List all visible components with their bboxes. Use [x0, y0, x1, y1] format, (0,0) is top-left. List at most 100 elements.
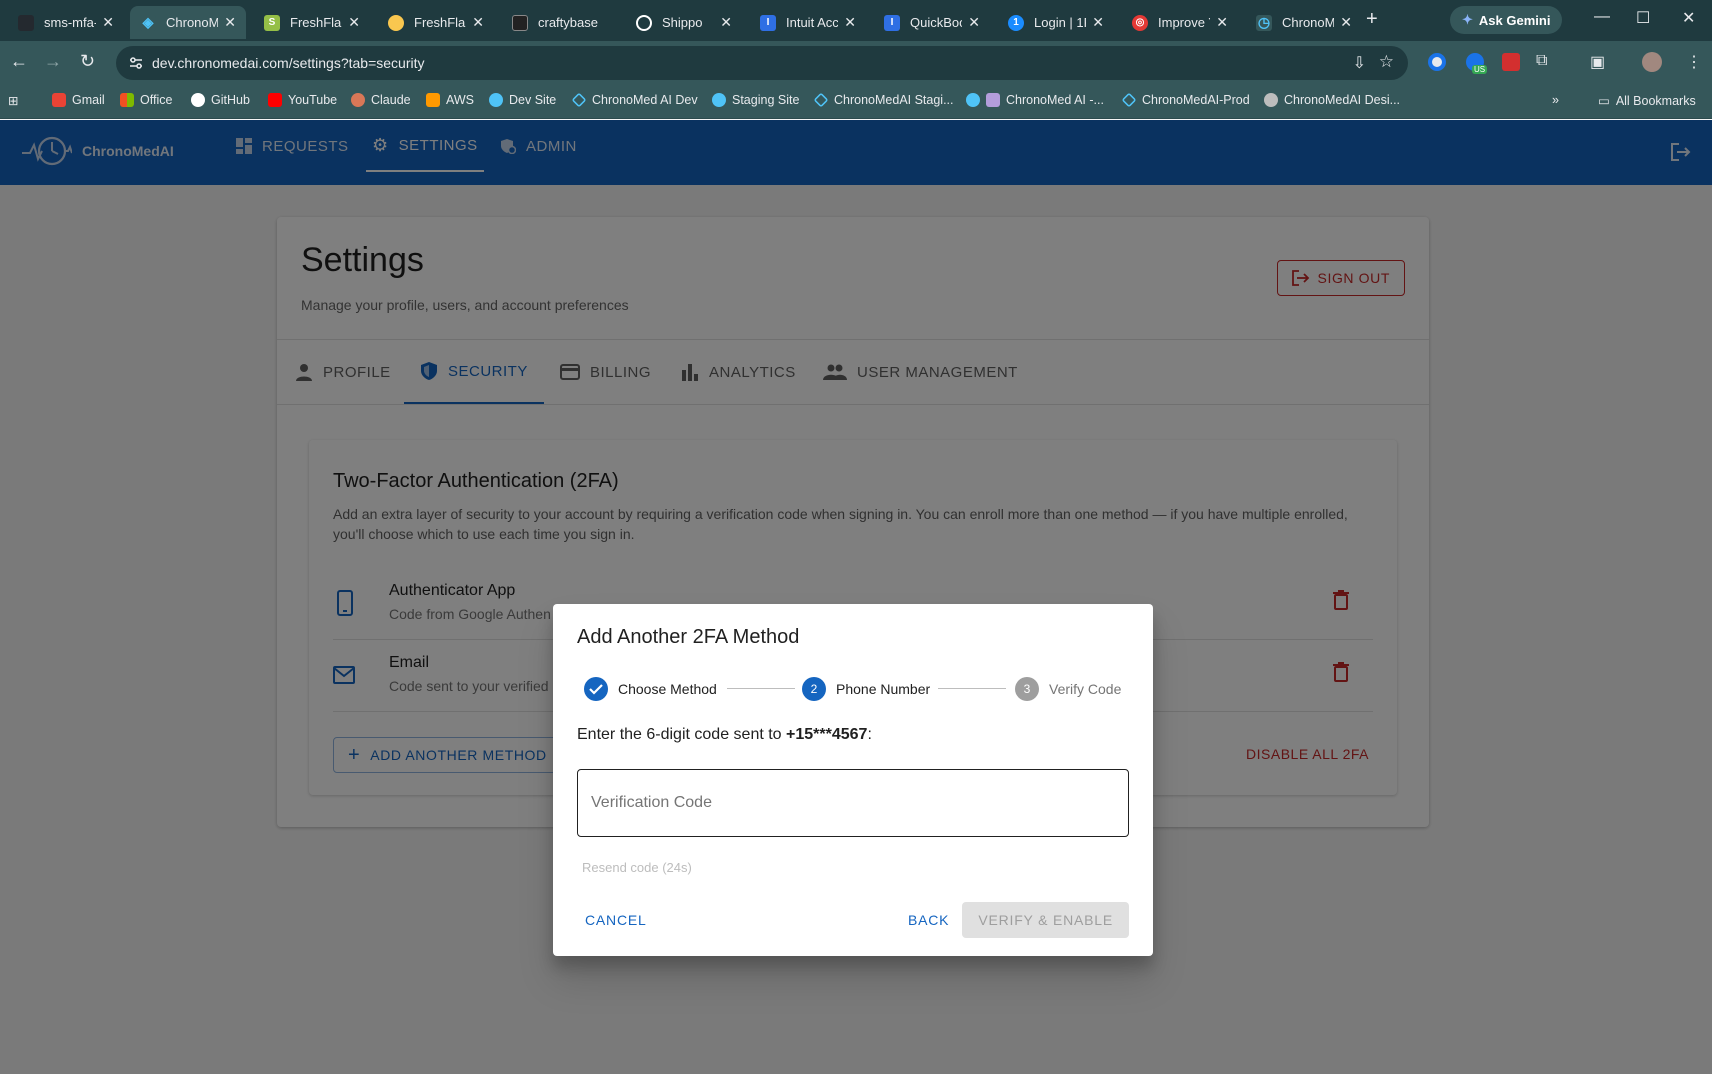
close-icon[interactable]: ✕	[348, 14, 360, 31]
browser-tab[interactable]: ◎ Improve Y ✕	[1122, 6, 1238, 39]
bookmark-chronomed-dev[interactable]: ChronoMed AI Dev	[571, 92, 698, 108]
github-icon	[191, 93, 205, 107]
prompt-suffix: :	[867, 726, 872, 743]
bookmark-dev-site[interactable]: Dev Site	[489, 93, 556, 107]
bookmark-label: ChronoMedAI-Prod	[1142, 93, 1250, 107]
bookmark-aws[interactable]: AWS	[426, 93, 474, 107]
close-icon[interactable]: ✕	[720, 14, 732, 31]
resend-code-button[interactable]: Resend code (24s)	[582, 860, 692, 875]
window-close-icon[interactable]: ✕	[1682, 8, 1695, 28]
back-button[interactable]: BACK	[900, 902, 957, 938]
bookmark-chronomed-ai[interactable]: ChronoMed AI -...	[966, 93, 1104, 107]
bookmark-label: Office	[140, 93, 173, 107]
gemini-sparkle-icon: ✦	[1462, 12, 1473, 27]
add-2fa-method-dialog: Add Another 2FA Method Choose Method 2 P…	[553, 604, 1153, 956]
quickbooks-icon: I	[884, 14, 900, 31]
close-icon[interactable]: ✕	[968, 14, 980, 31]
globe-icon	[1264, 93, 1278, 107]
tab-title: FreshFlap	[290, 15, 342, 30]
bookmark-label: YouTube	[288, 93, 338, 107]
1password-extension-icon[interactable]	[1428, 53, 1446, 71]
document-icon	[986, 93, 1000, 107]
close-icon[interactable]: ✕	[1216, 14, 1228, 31]
browser-tab-active[interactable]: ◈ ChronoM ✕	[130, 6, 246, 39]
bookmark-label: ChronoMed AI -...	[1006, 93, 1104, 107]
chronomed-icon	[489, 93, 503, 107]
close-icon[interactable]: ✕	[1092, 14, 1104, 31]
ask-gemini-button[interactable]: ✦ Ask Gemini	[1450, 6, 1563, 34]
bookmark-github[interactable]: GitHub	[191, 93, 250, 107]
bookmark-claude[interactable]: Claude	[351, 93, 411, 107]
pdf-extension-icon[interactable]	[1502, 53, 1520, 71]
1password-icon: 1	[1008, 14, 1024, 31]
new-tab-button[interactable]: +	[1366, 8, 1378, 31]
browser-tab[interactable]: Shippo ✕	[626, 6, 742, 39]
forward-arrow-icon[interactable]: →	[44, 51, 62, 72]
bookmark-chronomed-design[interactable]: ChronoMedAI Desi...	[1264, 93, 1400, 107]
close-icon[interactable]: ✕	[844, 14, 856, 31]
tab-title: sms-mfa-	[44, 15, 97, 30]
cancel-button[interactable]: CANCEL	[577, 902, 655, 938]
browser-tab[interactable]: craftybase	[502, 6, 618, 39]
craftybase-icon	[512, 14, 528, 31]
extension-badge: US	[1472, 65, 1488, 74]
close-icon[interactable]: ✕	[102, 14, 114, 31]
youtube-icon	[268, 93, 282, 107]
site-info-icon[interactable]	[128, 55, 144, 71]
browser-tab[interactable]: FreshFlap ✕	[378, 6, 494, 39]
bookmarks-overflow-icon[interactable]: »	[1552, 93, 1559, 107]
stepper-connector	[938, 688, 1006, 689]
gemini-label: Ask Gemini	[1478, 12, 1551, 28]
verification-code-input[interactable]	[577, 769, 1129, 837]
profile-avatar[interactable]	[1642, 52, 1662, 72]
bookmark-star-icon[interactable]: ☆	[1379, 52, 1394, 72]
step-number: 2	[802, 677, 826, 701]
intuit-icon: I	[760, 14, 776, 31]
chronomed-icon: ◷	[1256, 14, 1272, 31]
bookmark-label: Dev Site	[509, 93, 557, 107]
minimize-icon[interactable]: —	[1594, 8, 1610, 26]
apps-grid-icon[interactable]: ⊞	[8, 93, 18, 108]
browser-tab[interactable]: ◷ ChronoM ✕	[1246, 6, 1362, 39]
verify-enable-button[interactable]: VERIFY & ENABLE	[962, 902, 1129, 938]
chronomed-icon	[813, 92, 829, 108]
shippo-icon	[636, 14, 652, 31]
address-bar[interactable]: dev.chronomedai.com/settings?tab=securit…	[116, 46, 1408, 80]
tab-title: Intuit Acc	[786, 15, 839, 30]
bookmark-label: Staging Site	[732, 93, 800, 107]
reading-list-icon[interactable]: ▣	[1590, 52, 1605, 72]
close-icon[interactable]: ✕	[1340, 14, 1352, 31]
close-icon[interactable]: ✕	[472, 14, 484, 31]
menu-dots-icon[interactable]: ⋮	[1686, 52, 1702, 72]
back-arrow-icon[interactable]: ←	[10, 51, 28, 72]
verification-prompt: Enter the 6-digit code sent to +15***456…	[577, 726, 872, 744]
tab-title: FreshFlap	[414, 15, 466, 30]
tab-title: Shippo	[662, 15, 703, 30]
claude-icon	[351, 93, 365, 107]
browser-tab[interactable]: 1 Login | 1P ✕	[998, 6, 1114, 39]
stepper-connector	[727, 688, 795, 689]
close-icon[interactable]: ✕	[224, 14, 236, 31]
browser-tab[interactable]: S FreshFlap ✕	[254, 6, 370, 39]
improve-icon: ◎	[1132, 14, 1148, 31]
extensions-puzzle-icon[interactable]: ⧉	[1536, 52, 1547, 70]
bookmark-label: GitHub	[211, 93, 250, 107]
shopify-icon: S	[264, 14, 280, 31]
maximize-icon[interactable]: ☐	[1636, 8, 1650, 28]
step-label: Choose Method	[618, 681, 717, 697]
browser-tab[interactable]: I QuickBoo ✕	[874, 6, 990, 39]
reload-icon[interactable]: ↻	[80, 51, 95, 72]
chronomed-icon	[966, 93, 980, 107]
bookmark-staging-site[interactable]: Staging Site	[712, 93, 799, 107]
browser-tab[interactable]: I Intuit Acc ✕	[750, 6, 866, 39]
bookmark-office[interactable]: Office	[120, 93, 172, 107]
bookmark-youtube[interactable]: YouTube	[268, 93, 337, 107]
browser-tab[interactable]: sms-mfa- ✕	[8, 6, 124, 39]
tab-title: craftybase	[538, 15, 598, 30]
bookmark-gmail[interactable]: Gmail	[52, 93, 105, 107]
all-bookmarks-button[interactable]: ▭ All Bookmarks	[1598, 93, 1696, 109]
bookmark-chronomed-prod[interactable]: ChronoMedAI-Prod	[1121, 92, 1250, 108]
install-app-icon[interactable]: ⇩	[1353, 53, 1366, 73]
bookmark-label: ChronoMed AI Dev	[592, 93, 698, 107]
bookmark-chronomed-staging[interactable]: ChronoMedAI Stagi...	[813, 92, 954, 108]
